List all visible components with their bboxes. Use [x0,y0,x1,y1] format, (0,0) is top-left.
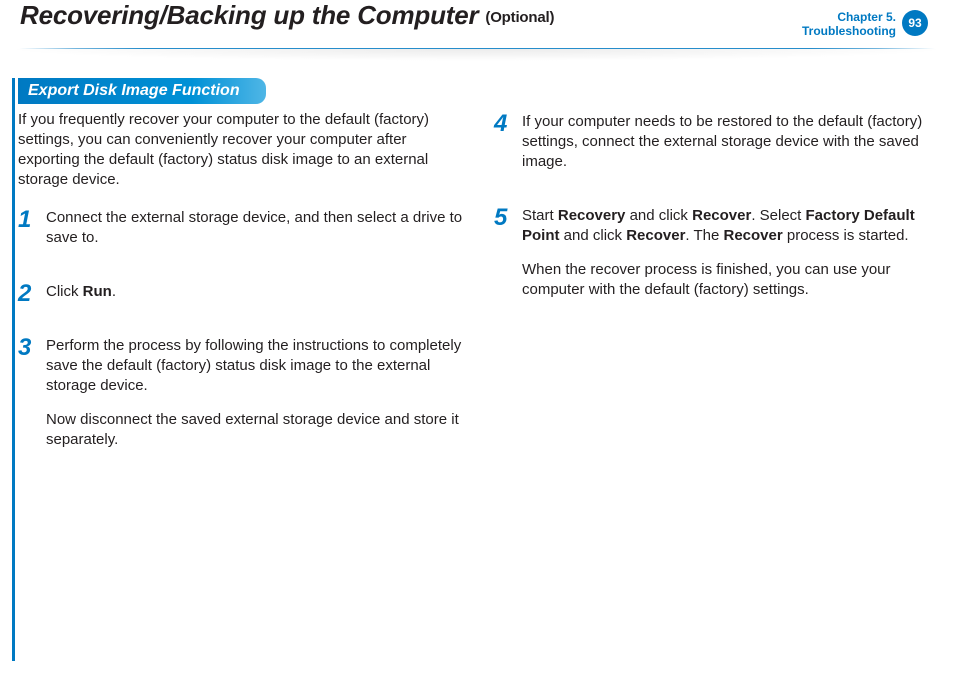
t: . The [685,227,723,244]
columns: Export Disk Image Function If you freque… [18,78,954,484]
header-divider [0,48,954,64]
section-intro: If you frequently recover your computer … [18,110,466,190]
section-title: Export Disk Image Function [28,82,240,99]
step-text-p2: When the recover process is finished, yo… [522,260,942,300]
step-text-p1: Perform the process by following the ins… [46,336,466,396]
step-2: 2 Click Run. [18,282,466,316]
step-1: 1 Connect the external storage device, a… [18,208,466,262]
b: Recovery [558,207,626,224]
b: Recover [692,207,751,224]
page-title-main: Recovering/Backing up the Computer [20,0,478,30]
step-body: Perform the process by following the ins… [46,336,466,464]
step-text: Click Run. [46,282,466,302]
t: process is started. [783,227,909,244]
step-number: 2 [18,282,42,306]
content-area: Export Disk Image Function If you freque… [0,78,954,661]
chapter-label: Chapter 5. Troubleshooting [766,10,896,38]
chapter-line-1: Chapter 5. [766,10,896,24]
section-title-tab: Export Disk Image Function [18,78,266,104]
t: . Select [751,207,805,224]
step-number: 1 [18,208,42,232]
column-right: 4 If your computer needs to be restored … [494,78,942,484]
step-text-bold: Run [83,283,112,300]
step-number: 3 [18,336,42,360]
t: Start [522,207,558,224]
divider-shadow [0,49,954,61]
page: Recovering/Backing up the Computer (Opti… [0,0,954,677]
step-text-p1: Start Recovery and click Recover. Select… [522,206,942,246]
column-left: Export Disk Image Function If you freque… [18,78,466,484]
t: and click [625,207,692,224]
page-title: Recovering/Backing up the Computer (Opti… [20,0,554,31]
column-right-spacer [494,78,942,112]
step-number: 5 [494,206,518,230]
step-text-suffix: . [112,283,116,300]
step-3: 3 Perform the process by following the i… [18,336,466,464]
step-5: 5 Start Recovery and click Recover. Sele… [494,206,942,314]
step-4: 4 If your computer needs to be restored … [494,112,942,186]
page-number: 93 [908,16,921,30]
b: Recover [626,227,685,244]
page-number-badge: 93 [902,10,928,36]
step-text-prefix: Click [46,283,83,300]
b: Recover [724,227,783,244]
step-body: Click Run. [46,282,466,316]
t: and click [560,227,627,244]
step-text-p2: Now disconnect the saved external storag… [46,410,466,450]
step-body: Start Recovery and click Recover. Select… [522,206,942,314]
step-body: Connect the external storage device, and… [46,208,466,262]
step-text: Connect the external storage device, and… [46,208,466,248]
side-accent-bar [12,78,15,661]
step-body: If your computer needs to be restored to… [522,112,942,186]
chapter-line-2: Troubleshooting [766,24,896,38]
page-title-optional: (Optional) [485,9,554,26]
step-text: If your computer needs to be restored to… [522,112,942,172]
step-number: 4 [494,112,518,136]
page-header: Recovering/Backing up the Computer (Opti… [0,0,954,48]
